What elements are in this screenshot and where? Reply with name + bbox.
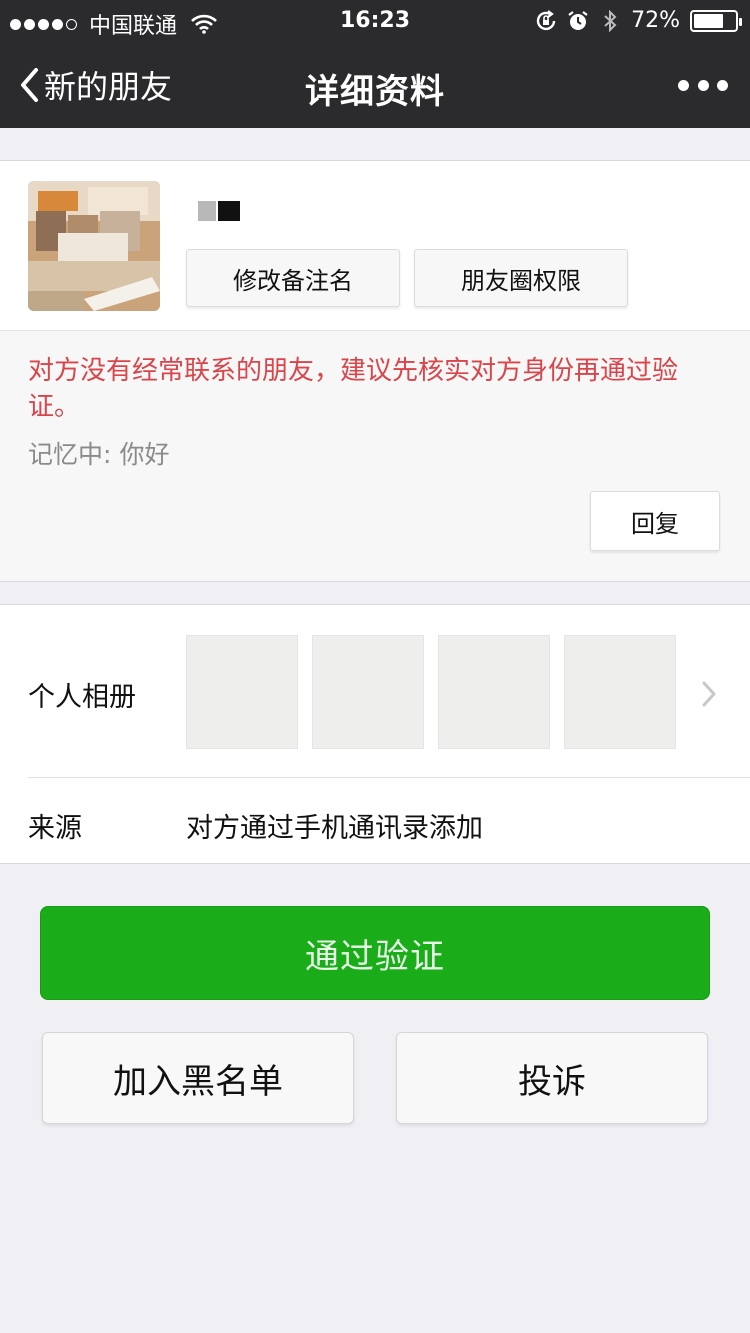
add-to-blacklist-button[interactable]: 加入黑名单 bbox=[42, 1032, 354, 1124]
more-dot-icon bbox=[697, 79, 709, 91]
security-warning: 对方没有经常联系的朋友，建议先核实对方身份再通过验证。 bbox=[28, 356, 679, 422]
reply-button[interactable]: 回复 bbox=[590, 491, 720, 551]
edit-remark-button[interactable]: 修改备注名 bbox=[186, 249, 400, 307]
navigation-bar: 新的朋友 详细资料 bbox=[0, 42, 750, 128]
report-button[interactable]: 投诉 bbox=[396, 1032, 708, 1124]
page-title: 详细资料 bbox=[305, 72, 445, 112]
request-memo: 记忆中: 你好 bbox=[28, 435, 169, 471]
avatar[interactable] bbox=[28, 181, 160, 311]
album-thumbnails bbox=[186, 635, 676, 749]
moments-permission-button[interactable]: 朋友圈权限 bbox=[414, 249, 628, 307]
status-bar: 中国联通 16:23 72% bbox=[0, 0, 750, 42]
info-section: 个人相册 来源 对方通过手机通讯录添加 bbox=[0, 604, 750, 864]
rotation-lock-icon bbox=[536, 9, 556, 30]
redaction-block bbox=[218, 201, 240, 221]
profile-card: 修改备注名 朋友圈权限 bbox=[0, 160, 750, 330]
more-dot-icon bbox=[678, 79, 689, 91]
album-thumbnail bbox=[186, 635, 298, 749]
verification-message: 对方没有经常联系的朋友，建议先核实对方身份再通过验证。 记忆中: 你好 回复 bbox=[0, 330, 750, 582]
album-label: 个人相册 bbox=[28, 682, 136, 713]
album-thumbnail bbox=[438, 635, 550, 749]
album-thumbnail bbox=[312, 635, 424, 749]
personal-album-row[interactable]: 个人相册 bbox=[0, 605, 750, 777]
alarm-icon bbox=[568, 10, 588, 30]
source-row: 来源 对方通过手机通讯录添加 bbox=[0, 778, 750, 864]
memo-label: 记忆中: bbox=[28, 440, 112, 469]
battery-fill bbox=[694, 13, 723, 28]
nickname-redacted bbox=[198, 201, 240, 221]
memo-text: 你好 bbox=[119, 440, 170, 469]
bluetooth-icon bbox=[604, 9, 617, 32]
accept-verification-button[interactable]: 通过验证 bbox=[40, 906, 710, 1000]
redaction-block bbox=[198, 201, 216, 221]
source-value: 对方通过手机通讯录添加 bbox=[186, 813, 483, 844]
status-bar-right: 72% bbox=[535, 8, 742, 33]
more-options-button[interactable] bbox=[678, 70, 728, 100]
album-thumbnail bbox=[564, 635, 676, 749]
battery-percentage: 72% bbox=[631, 8, 680, 33]
more-dot-icon bbox=[717, 79, 728, 91]
avatar-image bbox=[28, 181, 160, 311]
chevron-right-icon bbox=[702, 681, 716, 707]
battery-icon bbox=[690, 9, 742, 32]
source-label: 来源 bbox=[28, 813, 82, 844]
